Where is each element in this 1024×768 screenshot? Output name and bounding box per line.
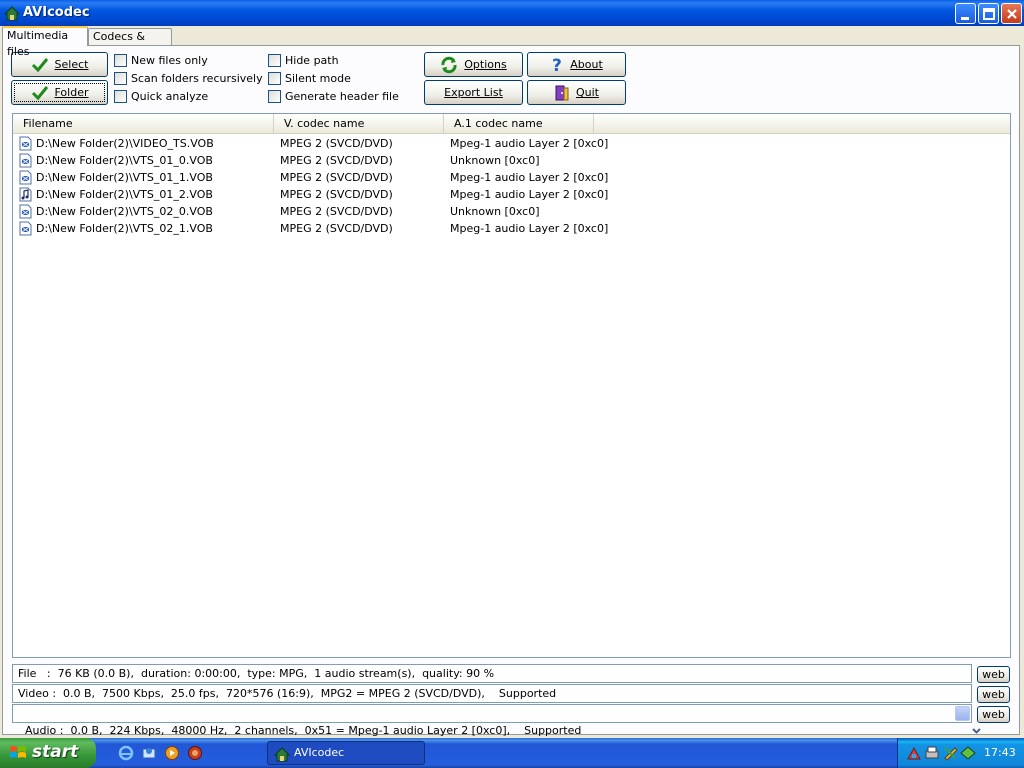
table-row[interactable]: D:\New Folder(2)\VTS_02_0.VOB MPEG 2 (SVC… <box>13 203 1010 220</box>
table-row[interactable]: D:\New Folder(2)\VTS_01_0.VOB MPEG 2 (SVC… <box>13 152 1010 169</box>
cell-acodec: Mpeg-1 audio Layer 2 [0xc0] <box>450 137 609 150</box>
outlook-express-icon[interactable] <box>141 745 157 761</box>
audio-stream-dropdown[interactable] <box>955 706 981 734</box>
chevron-down-icon <box>972 728 981 734</box>
audio-file-icon <box>19 187 32 202</box>
options-button[interactable]: Options <box>424 52 523 77</box>
checkbox-scan-recursive[interactable]: Scan folders recursively <box>114 70 263 86</box>
title-bar[interactable]: AVIcodec <box>0 0 1024 26</box>
table-row[interactable]: D:\New Folder(2)\VTS_01_2.VOB MPEG 2 (SVC… <box>13 186 1010 203</box>
cell-vcodec: MPEG 2 (SVCD/DVD) <box>280 205 393 218</box>
checkbox-quick-analyze[interactable]: Quick analyze <box>114 88 208 104</box>
checkbox-box[interactable] <box>268 71 281 85</box>
app-icon <box>4 6 20 21</box>
checkbox-generate-header[interactable]: Generate header file <box>268 88 399 104</box>
minimize-button[interactable] <box>955 3 976 24</box>
video-file-icon <box>19 153 32 168</box>
list-header: Filename V. codec name A.1 codec name <box>13 114 1010 134</box>
question-icon: ? <box>552 56 562 74</box>
checkbox-box[interactable] <box>268 89 281 103</box>
refresh-icon <box>441 56 457 73</box>
app-icon <box>274 747 290 762</box>
about-button[interactable]: ? About <box>527 52 626 77</box>
clock: 17:43 <box>984 746 1016 759</box>
checkbox-new-files-only[interactable]: New files only <box>114 52 208 68</box>
internet-explorer-icon[interactable] <box>118 745 134 761</box>
column-header-vcodec[interactable]: V. codec name <box>274 114 444 134</box>
video-file-icon <box>19 221 32 236</box>
folder-button[interactable]: Folder <box>11 80 108 105</box>
exit-door-icon <box>555 85 569 100</box>
video-file-icon <box>19 136 32 151</box>
column-header-acodec[interactable]: A.1 codec name <box>444 114 594 134</box>
security-icon[interactable] <box>942 745 958 761</box>
windows-logo-icon <box>10 746 26 758</box>
tab-strip: Multimedia files Codecs & Filters <box>0 26 1024 59</box>
checkbox-box[interactable] <box>268 53 281 67</box>
video-file-icon <box>19 170 32 185</box>
close-icon <box>1007 9 1017 19</box>
window-title: AVIcodec <box>23 5 90 20</box>
cell-acodec: Mpeg-1 audio Layer 2 [0xc0] <box>450 188 609 201</box>
system-tray: 17:43 <box>897 738 1024 768</box>
quit-button[interactable]: Quit <box>527 80 626 105</box>
audio-info[interactable]: Audio : 0.0 B, 224 Kbps, 48000 Hz, 2 cha… <box>12 704 981 737</box>
video-info: Video : 0.0 B, 7500 Kbps, 25.0 fps, 720*… <box>12 684 972 703</box>
media-player-icon[interactable] <box>164 745 180 761</box>
cell-acodec: Mpeg-1 audio Layer 2 [0xc0] <box>450 171 609 184</box>
table-row[interactable]: D:\New Folder(2)\VTS_01_1.VOB MPEG 2 (SVC… <box>13 169 1010 186</box>
maximize-button[interactable] <box>978 3 999 24</box>
display-driver-icon[interactable] <box>960 745 976 761</box>
start-button[interactable]: start <box>0 738 96 768</box>
checkbox-box[interactable] <box>114 71 127 85</box>
video-file-icon <box>19 204 32 219</box>
close-button[interactable] <box>1001 3 1022 24</box>
cell-filename: D:\New Folder(2)\VTS_01_0.VOB <box>19 152 274 169</box>
cell-filename: D:\New Folder(2)\VTS_01_1.VOB <box>19 169 274 186</box>
file-list[interactable]: Filename V. codec name A.1 codec name D:… <box>12 113 1011 658</box>
audio-info-text: Audio : 0.0 B, 224 Kbps, 48000 Hz, 2 cha… <box>25 724 582 737</box>
checkmark-icon <box>31 57 48 72</box>
cell-filename: D:\New Folder(2)\VTS_02_1.VOB <box>19 220 274 237</box>
tab-multimedia-files[interactable]: Multimedia files <box>2 26 88 58</box>
network-icon[interactable] <box>906 745 922 761</box>
svg-text:?: ? <box>552 56 562 74</box>
taskbar-item-avicodec[interactable]: AVIcodec <box>267 741 425 765</box>
cell-acodec: Unknown [0xc0] <box>450 154 540 167</box>
printer-icon[interactable] <box>924 745 940 761</box>
checkbox-hide-path[interactable]: Hide path <box>268 52 339 68</box>
column-header-filename[interactable]: Filename <box>13 114 274 134</box>
checkbox-box[interactable] <box>114 53 127 67</box>
checkbox-silent-mode[interactable]: Silent mode <box>268 70 351 86</box>
audio-web-button[interactable]: web <box>977 706 1010 723</box>
taskbar: start AVIcodec 17:43 <box>0 738 1024 768</box>
cell-vcodec: MPEG 2 (SVCD/DVD) <box>280 137 393 150</box>
file-web-button[interactable]: web <box>977 666 1010 683</box>
cell-acodec: Mpeg-1 audio Layer 2 [0xc0] <box>450 222 609 235</box>
table-row[interactable]: D:\New Folder(2)\VIDEO_TS.VOB MPEG 2 (SVC… <box>13 135 1010 152</box>
cell-filename: D:\New Folder(2)\VIDEO_TS.VOB <box>19 135 274 152</box>
cell-vcodec: MPEG 2 (SVCD/DVD) <box>280 188 393 201</box>
tab-codecs-filters[interactable]: Codecs & Filters <box>88 28 172 59</box>
cell-vcodec: MPEG 2 (SVCD/DVD) <box>280 154 393 167</box>
cell-vcodec: MPEG 2 (SVCD/DVD) <box>280 171 393 184</box>
cell-filename: D:\New Folder(2)\VTS_01_2.VOB <box>19 186 274 203</box>
checkbox-box[interactable] <box>114 89 127 103</box>
maximize-icon <box>983 8 995 20</box>
video-web-button[interactable]: web <box>977 686 1010 703</box>
export-list-button[interactable]: Export List <box>424 80 523 105</box>
minimize-icon <box>961 17 969 20</box>
checkmark-icon <box>31 85 48 100</box>
table-row[interactable]: D:\New Folder(2)\VTS_02_1.VOB MPEG 2 (SVC… <box>13 220 1010 237</box>
cell-vcodec: MPEG 2 (SVCD/DVD) <box>280 222 393 235</box>
file-info: File : 76 KB (0.0 B), duration: 0:00:00,… <box>12 664 972 683</box>
cell-filename: D:\New Folder(2)\VTS_02_0.VOB <box>19 203 274 220</box>
browser-icon[interactable] <box>187 745 203 761</box>
cell-acodec: Unknown [0xc0] <box>450 205 540 218</box>
